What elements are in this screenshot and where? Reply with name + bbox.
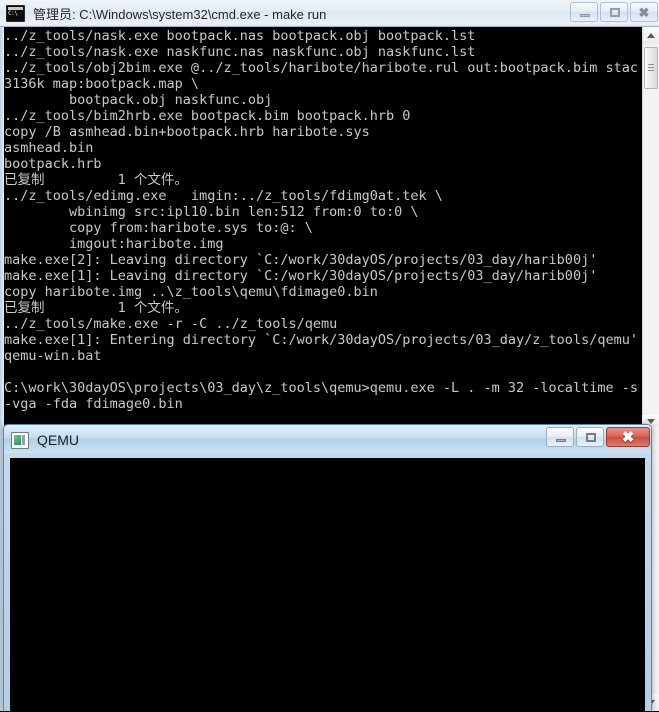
cmd-window-controls: ✖ (570, 2, 658, 22)
qemu-window-controls: ✖ (546, 427, 650, 447)
qemu-app-icon[interactable] (11, 431, 29, 449)
qemu-window-title: QEMU (37, 432, 79, 448)
cmd-maximize-button[interactable] (600, 2, 628, 22)
qemu-display-screen[interactable] (10, 458, 645, 712)
minimize-icon (556, 439, 566, 442)
cmd-titlebar[interactable]: 管理员: C:\Windows\system32\cmd.exe - make … (0, 0, 659, 27)
cmd-window-title: 管理员: C:\Windows\system32\cmd.exe - make … (33, 6, 327, 22)
maximize-icon (586, 433, 596, 442)
scrollbar-thumb[interactable] (644, 47, 658, 89)
qemu-minimize-button[interactable] (546, 427, 574, 447)
cmd-console-text: ../z_tools/nask.exe bootpack.nas bootpac… (4, 28, 639, 412)
qemu-close-button[interactable]: ✖ (606, 427, 650, 447)
close-icon: ✖ (621, 429, 635, 446)
maximize-icon (610, 8, 620, 17)
cmd-minimize-button[interactable] (570, 2, 598, 22)
qemu-titlebar[interactable]: QEMU ✖ (4, 425, 651, 455)
cmd-close-button[interactable]: ✖ (630, 2, 658, 22)
minimize-icon (580, 14, 590, 17)
qemu-maximize-button[interactable] (576, 427, 604, 447)
cmd-console-icon[interactable] (6, 4, 25, 22)
qemu-window: QEMU ✖ (3, 424, 652, 712)
close-icon: ✖ (638, 5, 650, 20)
scroll-up-arrow-icon[interactable] (643, 27, 659, 44)
